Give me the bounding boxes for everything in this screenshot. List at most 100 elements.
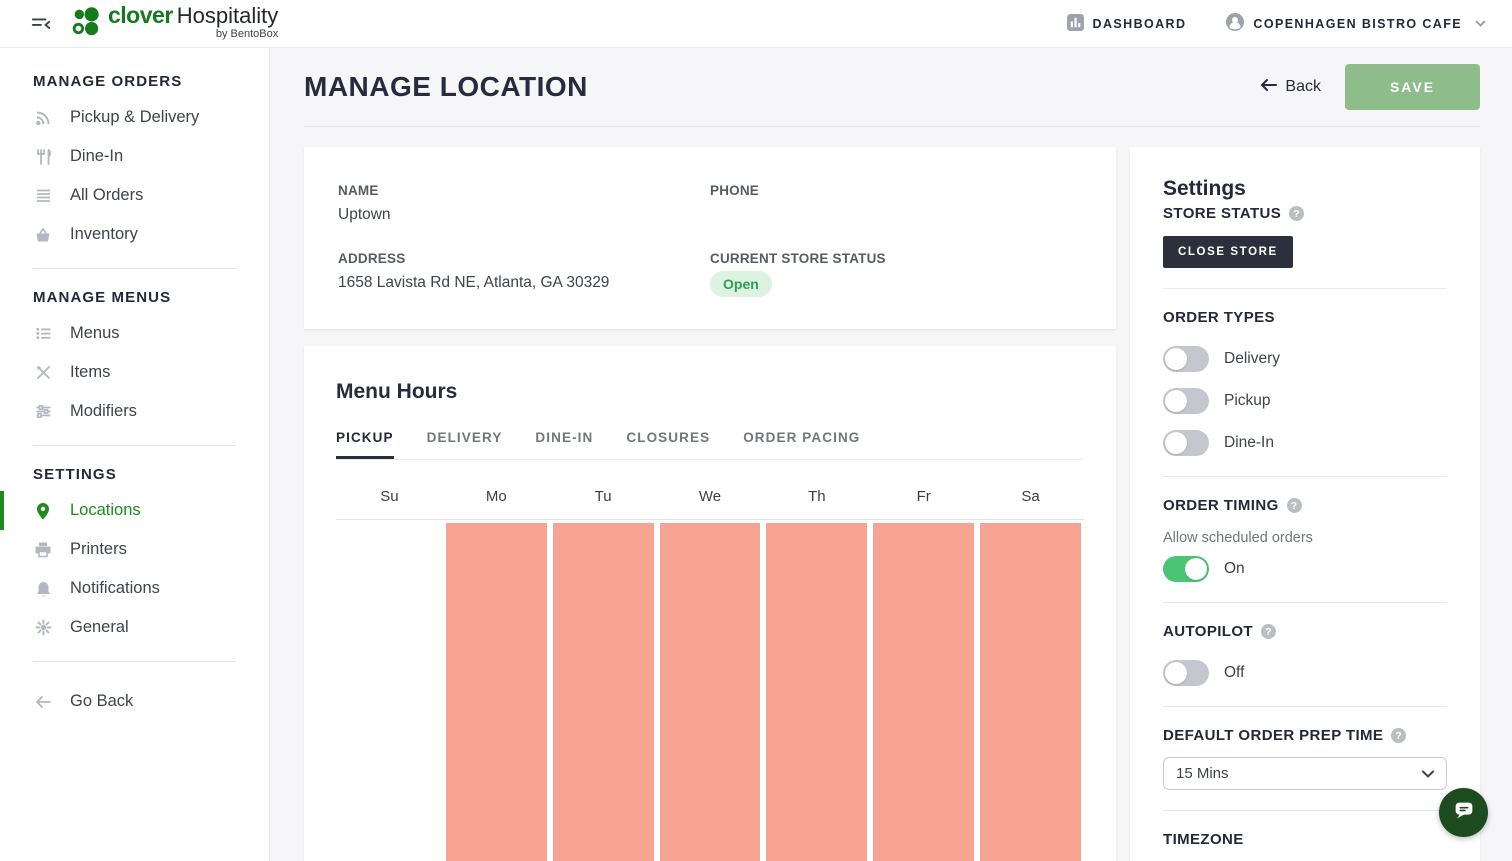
prep-time-select[interactable]: 15 Mins bbox=[1163, 757, 1447, 790]
go-back-label: Go Back bbox=[70, 692, 133, 711]
sidebar-item-pickup-delivery[interactable]: Pickup & Delivery bbox=[0, 98, 269, 137]
settings-title: Settings bbox=[1163, 177, 1447, 201]
hours-column-we[interactable] bbox=[657, 520, 764, 861]
hours-column-fr[interactable] bbox=[870, 520, 977, 861]
top-bar: clover Hospitality by BentoBox DASHBOARD… bbox=[0, 0, 1512, 48]
store-status-label: STORE STATUS bbox=[1163, 205, 1281, 222]
hours-column-tu[interactable] bbox=[550, 520, 657, 861]
back-link[interactable]: Back bbox=[1260, 78, 1321, 97]
sidebar-item-label: Menus bbox=[70, 324, 120, 343]
toggle-state-label: Off bbox=[1224, 664, 1244, 682]
day-label: Fr bbox=[870, 488, 977, 519]
menu-hours-chart bbox=[336, 519, 1084, 861]
tab-dine-in[interactable]: DINE-IN bbox=[535, 430, 593, 459]
sidebar-item-label: All Orders bbox=[70, 186, 143, 205]
prep-time-value: 15 Mins bbox=[1176, 765, 1229, 782]
autopilot-label: AUTOPILOT bbox=[1163, 623, 1253, 640]
dashboard-label: DASHBOARD bbox=[1093, 17, 1187, 31]
sidebar-item-inventory[interactable]: Inventory bbox=[0, 215, 269, 254]
tab-order-pacing[interactable]: ORDER PACING bbox=[743, 430, 860, 459]
settings-panel: Settings STORE STATUS ? CLOSE STORE ORDE… bbox=[1130, 147, 1480, 861]
toggle-label: Pickup bbox=[1224, 392, 1271, 410]
sidebar-item-printers[interactable]: Printers bbox=[0, 530, 269, 569]
field-store-status: CURRENT STORE STATUS Open bbox=[710, 251, 1082, 297]
page-head-divider bbox=[304, 126, 1480, 127]
sidebar-item-all-orders[interactable]: All Orders bbox=[0, 176, 269, 215]
sidebar-item-modifiers[interactable]: Modifiers bbox=[0, 392, 269, 431]
location-info-card: NAME Uptown PHONE ADDRESS 1658 Lavista R… bbox=[304, 147, 1116, 329]
toggle-row-delivery: Delivery bbox=[1163, 346, 1447, 372]
hours-bar bbox=[660, 523, 761, 861]
sidebar-collapse-icon[interactable] bbox=[30, 13, 52, 35]
close-store-button[interactable]: CLOSE STORE bbox=[1163, 236, 1293, 268]
timezone-heading: TIMEZONE bbox=[1163, 831, 1447, 848]
sidebar-heading-manage-orders: MANAGE ORDERS bbox=[33, 73, 269, 90]
hours-column-sa[interactable] bbox=[977, 520, 1084, 861]
chat-launcher-button[interactable] bbox=[1439, 788, 1488, 837]
help-icon[interactable]: ? bbox=[1261, 624, 1276, 639]
field-label: ADDRESS bbox=[338, 251, 710, 266]
prep-time-heading: DEFAULT ORDER PREP TIME ? bbox=[1163, 727, 1447, 744]
tab-delivery[interactable]: DELIVERY bbox=[427, 430, 503, 459]
sidebar-item-label: Modifiers bbox=[70, 402, 137, 421]
hours-column-su[interactable] bbox=[336, 520, 443, 861]
sidebar-item-menus[interactable]: Menus bbox=[0, 314, 269, 353]
hours-bar bbox=[553, 523, 654, 861]
sidebar-item-dine-in[interactable]: Dine-In bbox=[0, 137, 269, 176]
dine-in-toggle[interactable] bbox=[1163, 430, 1209, 456]
pickup-toggle[interactable] bbox=[1163, 388, 1209, 414]
arrow-left-icon bbox=[1260, 78, 1277, 97]
account-menu[interactable]: COPENHAGEN BISTRO CAFE bbox=[1226, 13, 1486, 34]
field-name: NAME Uptown bbox=[338, 183, 710, 225]
status-badge: Open bbox=[710, 271, 772, 297]
day-label: Mo bbox=[443, 488, 550, 519]
hours-column-th[interactable] bbox=[763, 520, 870, 861]
tab-closures[interactable]: CLOSURES bbox=[626, 430, 710, 459]
scheduled-orders-toggle[interactable] bbox=[1163, 556, 1209, 582]
sidebar-item-locations[interactable]: Locations bbox=[0, 491, 269, 530]
help-icon[interactable]: ? bbox=[1287, 498, 1302, 513]
sidebar-go-back[interactable]: Go Back bbox=[0, 682, 269, 721]
delivery-toggle[interactable] bbox=[1163, 346, 1209, 372]
toggle-knob bbox=[1185, 558, 1207, 580]
arrow-left-icon bbox=[33, 695, 53, 709]
help-icon[interactable]: ? bbox=[1289, 206, 1304, 221]
account-name: COPENHAGEN BISTRO CAFE bbox=[1253, 17, 1462, 31]
sidebar-heading-settings: SETTINGS bbox=[33, 466, 269, 483]
tabs-divider bbox=[336, 459, 1084, 460]
autopilot-toggle[interactable] bbox=[1163, 660, 1209, 686]
help-icon[interactable]: ? bbox=[1391, 728, 1406, 743]
brand-name: clover bbox=[108, 4, 173, 27]
sidebar-item-label: Notifications bbox=[70, 579, 160, 598]
pin-icon bbox=[33, 502, 53, 520]
field-label: CURRENT STORE STATUS bbox=[710, 251, 1082, 266]
hours-column-mo[interactable] bbox=[443, 520, 550, 861]
nav-dashboard[interactable]: DASHBOARD bbox=[1067, 14, 1187, 34]
crossed-utensils-icon bbox=[33, 364, 53, 381]
toggle-row-autopilot: Off bbox=[1163, 660, 1447, 686]
toggle-row-scheduled-orders: On bbox=[1163, 556, 1447, 582]
gear-icon bbox=[33, 619, 53, 636]
sidebar-item-items[interactable]: Items bbox=[0, 353, 269, 392]
location-name-value: Uptown bbox=[338, 206, 710, 225]
hours-bar bbox=[446, 523, 547, 861]
hours-bar bbox=[980, 523, 1081, 861]
panel-divider bbox=[1163, 476, 1447, 477]
user-avatar-icon bbox=[1226, 13, 1244, 34]
save-button[interactable]: SAVE bbox=[1345, 64, 1480, 110]
printer-icon bbox=[33, 541, 53, 558]
page-title: MANAGE LOCATION bbox=[304, 71, 588, 103]
field-address: ADDRESS 1658 Lavista Rd NE, Atlanta, GA … bbox=[338, 251, 710, 297]
chat-icon bbox=[1451, 797, 1477, 828]
sidebar-item-notifications[interactable]: Notifications bbox=[0, 569, 269, 608]
order-timing-heading: ORDER TIMING ? bbox=[1163, 497, 1447, 514]
sidebar-item-label: Inventory bbox=[70, 225, 138, 244]
field-label: PHONE bbox=[710, 183, 1082, 198]
tab-pickup[interactable]: PICKUP bbox=[336, 430, 394, 459]
chevron-down-icon bbox=[1422, 765, 1434, 782]
dashboard-icon bbox=[1067, 14, 1084, 34]
toggle-knob bbox=[1165, 432, 1187, 454]
sidebar-item-general[interactable]: General bbox=[0, 608, 269, 647]
day-labels: Su Mo Tu We Th Fr Sa bbox=[336, 488, 1084, 519]
bell-icon bbox=[33, 580, 53, 598]
